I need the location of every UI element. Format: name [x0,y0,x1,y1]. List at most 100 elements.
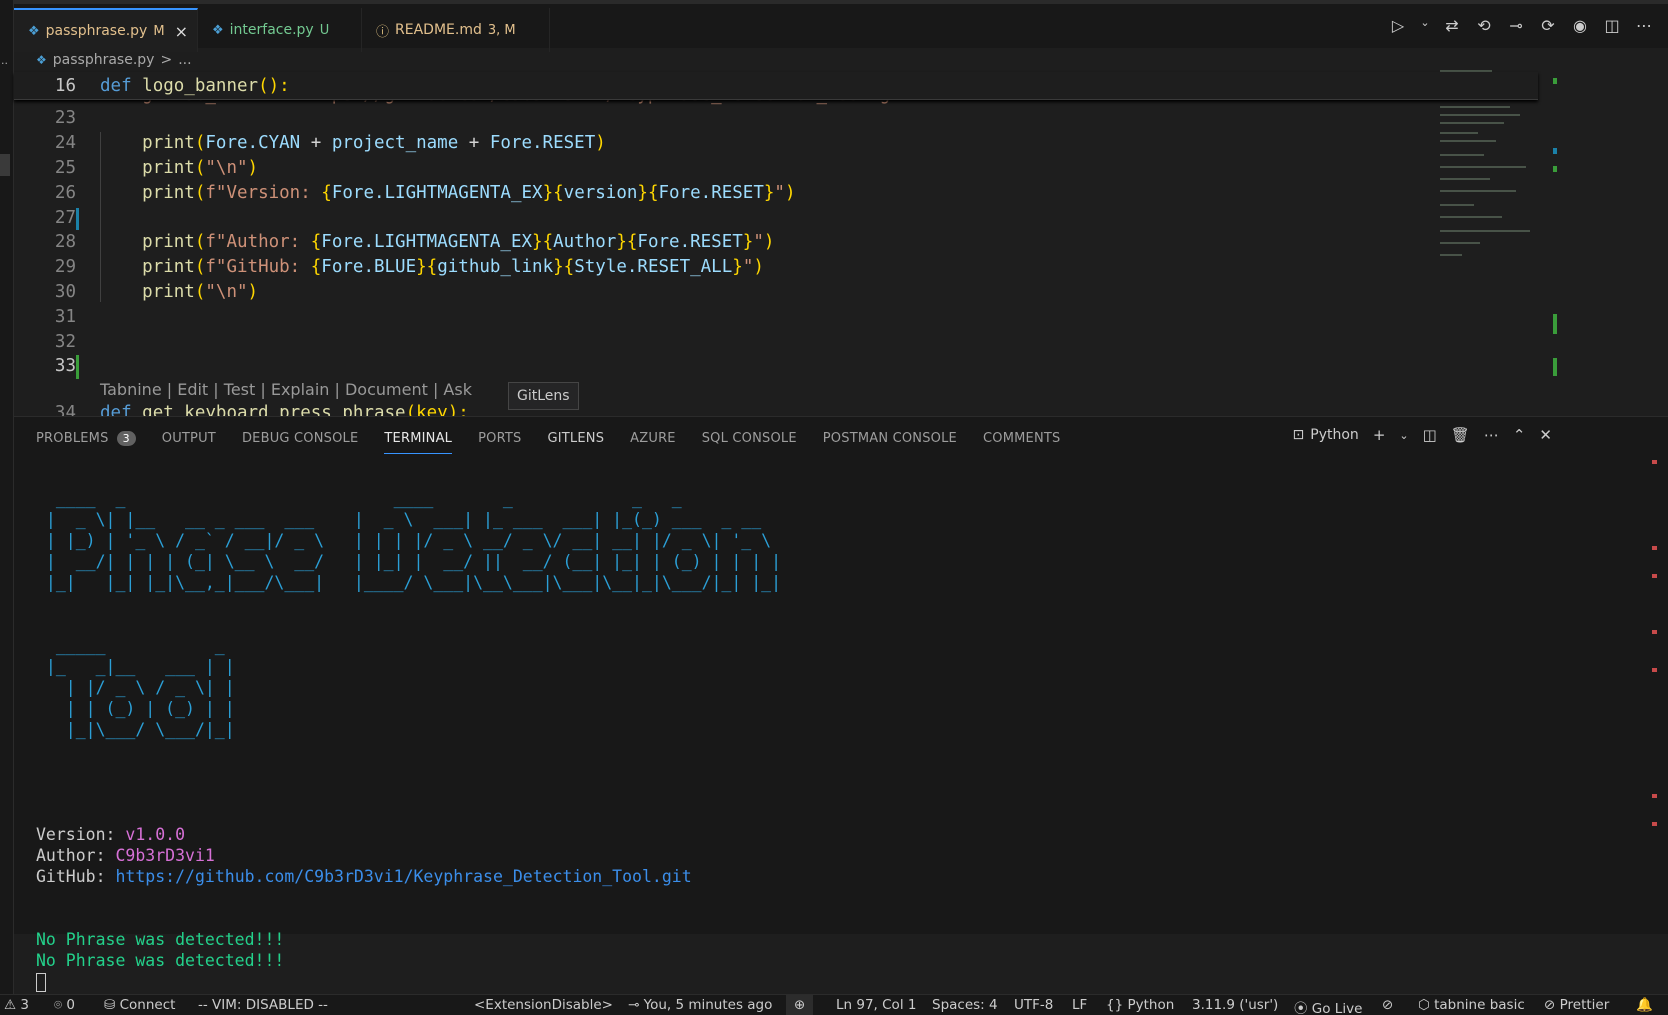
status-extension[interactable]: <ExtensionDisable> [474,997,613,1013]
status-vim[interactable]: -- VIM: DISABLED -- [198,997,328,1013]
tabnine-icon: ⬡ [1418,997,1430,1013]
status-connect[interactable]: ⛁ Connect [104,997,175,1013]
status-cursor-position[interactable]: Ln 97, Col 1 [836,997,916,1013]
code-line: 27 [54,208,76,228]
status-tabnine[interactable]: ⬡ tabnine basic [1418,997,1525,1013]
maximize-panel-icon[interactable]: ⌃ [1513,426,1526,444]
panel-actions: ⊡ Python + ⌄ ◫ 🗑 ⋯ ⌃ ✕ [1293,426,1552,444]
scroll-marker [0,154,10,176]
tab-debug-console[interactable]: DEBUG CONSOLE [242,431,358,446]
git-previous-icon[interactable]: ⟲ [1474,16,1494,35]
tab-terminal[interactable]: TERMINAL [384,431,452,454]
tab-output[interactable]: OUTPUT [162,431,216,446]
code-line: 26 print(f"Version: {Fore.LIGHTMAGENTA_E… [54,183,796,203]
python-icon: ❖ [212,22,224,38]
close-panel-icon[interactable]: ✕ [1539,426,1552,444]
split-editor-icon[interactable]: ◫ [1602,16,1622,35]
gitlens-icon[interactable]: ◉ [1570,16,1590,35]
gitlens-tooltip: GitLens [508,382,579,410]
github-link[interactable]: https://github.com/C9b3rD3vi1/Keyphrase_… [115,867,691,886]
editor-actions: ▷ ⌄ ⇄ ⟲ ⊸ ⟳ ◉ ◫ ⋯ [1388,16,1654,35]
gutter-modified-marker [76,208,79,230]
chevron-down-icon[interactable]: ⌄ [1399,429,1408,442]
code-lens-tabnine[interactable]: Tabnine | Edit | Test | Explain | Docume… [100,380,472,399]
code-line: 31 [54,307,76,327]
status-go-live[interactable]: ⦿ Go Live [1294,997,1362,1015]
run-icon[interactable]: ▷ [1388,16,1408,35]
python-icon: ❖ [28,23,40,39]
code-line: 33 [54,356,76,376]
tab-passphrase-py[interactable]: ❖ passphrase.py M × [14,8,198,52]
git-next-icon[interactable]: ⟳ [1538,16,1558,35]
code-line: 23 [54,108,76,128]
tab-label: README.md [395,22,482,38]
status-problems[interactable]: ⚠ 3 [4,997,29,1013]
breadcrumb-more[interactable]: ... [178,52,191,68]
terminal-cursor [36,973,46,992]
prettier-icon: ⊘ [1544,997,1556,1013]
bell-icon[interactable]: 🔔 [1636,997,1653,1013]
status-ports[interactable]: ⌾ 0 [54,997,75,1013]
ascii-banner: ____ _ ____ _ _ _ | _ \| |__ __ _ ___ __… [36,489,811,739]
split-terminal-icon[interactable]: ◫ [1423,426,1437,444]
terminal-shell-selector[interactable]: ⊡ Python [1293,427,1359,443]
zoom-icon[interactable]: ⊕ [786,995,814,1015]
terminal-output[interactable]: ____ _ ____ _ _ _ | _ \| |__ __ _ ___ __… [36,467,811,1015]
tab-problems[interactable]: PROBLEMS 3 [36,430,136,446]
status-prettier[interactable]: ⊘ Prettier [1544,997,1609,1013]
problems-count-badge: 3 [116,430,136,446]
indent-guide [100,132,101,302]
database-icon: ⛁ [104,997,116,1013]
more-actions-icon[interactable]: ⋯ [1484,426,1499,444]
tab-ports[interactable]: PORTS [478,431,521,446]
detection-message: No Phrase was detected!!! [36,930,285,949]
new-terminal-icon[interactable]: + [1373,426,1386,444]
info-icon: ⓘ [376,24,390,40]
trash-icon[interactable]: 🗑 [1451,426,1470,444]
version-line: Version: v1.0.0 [36,825,186,844]
status-language[interactable]: {} Python [1106,997,1174,1013]
git-commit-icon: ⊸ [628,997,640,1013]
braces-icon: {} [1106,997,1124,1013]
tab-postman-console[interactable]: POSTMAN CONSOLE [823,431,957,446]
tab-status: M [153,23,165,39]
status-indentation[interactable]: Spaces: 4 [932,997,998,1013]
tab-sql-console[interactable]: SQL CONSOLE [702,431,797,446]
detection-message: No Phrase was detected!!! [36,951,285,970]
copilot-disabled-icon[interactable]: ⊘ [1382,997,1393,1013]
code-line: 30 print("\n") [54,282,259,302]
tab-readme-md[interactable]: ⓘ README.md 3, M [362,8,550,52]
line-number: 16 [54,76,76,96]
broadcast-icon: ⌾ [54,997,63,1013]
tab-interface-py[interactable]: ❖ interface.py U [198,8,362,52]
gutter-added-marker [76,355,79,379]
bottom-panel: PROBLEMS 3 OUTPUT DEBUG CONSOLE TERMINAL … [14,416,1668,992]
breadcrumb: ❖ passphrase.py > ... [36,49,192,71]
broadcast-icon: ⦿ [1294,1001,1308,1015]
tab-gitlens[interactable]: GITLENS [547,431,604,446]
editor-scrollbar[interactable] [1553,66,1561,416]
more-actions-icon[interactable]: ⋯ [1634,16,1654,35]
status-eol[interactable]: LF [1072,997,1087,1013]
status-interpreter[interactable]: 3.11.9 ('usr') [1192,997,1278,1013]
chevron-down-icon[interactable]: ⌄ [1420,16,1430,35]
status-git-blame[interactable]: ⊸ You, 5 minutes ago [628,997,772,1013]
github-line: GitHub: https://github.com/C9b3rD3vi1/Ke… [36,867,692,886]
editor-tab-bar: ❖ passphrase.py M × ❖ interface.py U ⓘ R… [14,0,1668,52]
git-commit-icon[interactable]: ⊸ [1506,16,1526,35]
terminal-scrollbar[interactable] [1652,460,1658,930]
breadcrumb-file[interactable]: passphrase.py [53,52,155,68]
tab-comments[interactable]: COMMENTS [983,431,1060,446]
tab-label: passphrase.py [45,23,148,39]
tab-azure[interactable]: AZURE [630,431,676,446]
compare-changes-icon[interactable]: ⇄ [1442,16,1462,35]
close-icon[interactable]: × [175,22,188,41]
tab-status: U [319,22,330,38]
python-icon: ❖ [36,53,47,67]
code-line: 24 print(Fore.CYAN + project_name + Fore… [54,133,606,153]
code-line: 32 [54,332,76,352]
status-encoding[interactable]: UTF-8 [1014,997,1053,1013]
sticky-scroll-line[interactable]: 16 def logo_banner(): [14,72,1538,100]
status-bar: ⚠ 3 ⌾ 0 ⛁ Connect -- VIM: DISABLED -- <E… [0,994,1668,1015]
panel-tabs: PROBLEMS 3 OUTPUT DEBUG CONSOLE TERMINAL … [36,425,1060,454]
